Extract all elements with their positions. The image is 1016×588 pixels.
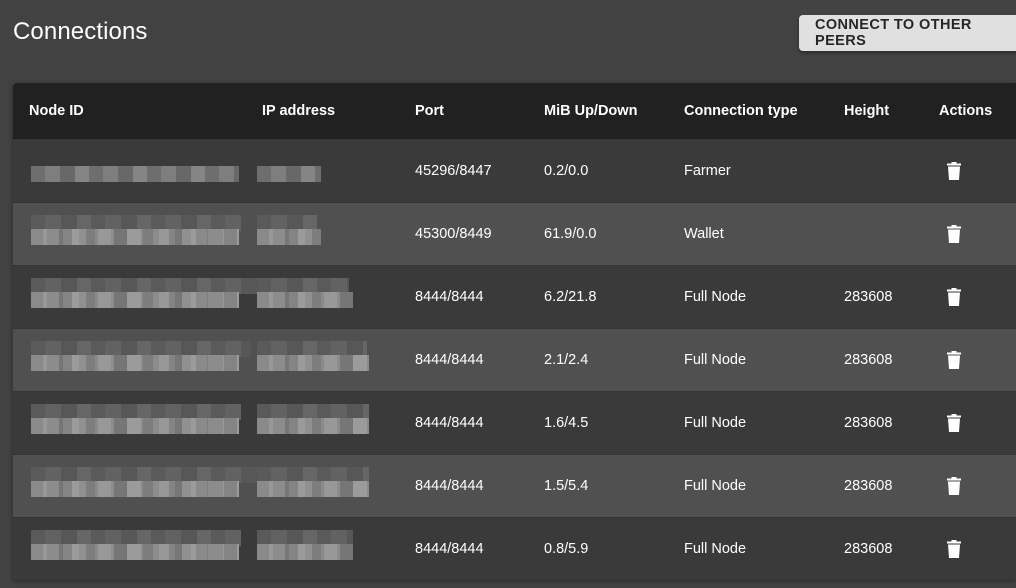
table-row: 8444/8444 1.6/4.5 Full Node 283608: [13, 391, 1016, 454]
height-cell: 283608: [844, 478, 893, 494]
connection-type-cell: Full Node: [684, 415, 747, 431]
port-cell: 8444/8444: [415, 289, 484, 305]
header-actions: Actions: [939, 103, 993, 119]
port-cell: 8444/8444: [415, 541, 484, 557]
connection-type-cell: Full Node: [684, 352, 747, 368]
table-header: Node ID IP address Port MiB Up/Down Conn…: [13, 83, 1016, 139]
table-row: 8444/8444 0.8/5.9 Full Node 283608: [13, 517, 1016, 580]
table-row: 8444/8444 6.2/21.8 Full Node 283608: [13, 265, 1016, 328]
mib-cell: 1.5/5.4: [544, 478, 589, 494]
trash-icon: [947, 477, 961, 495]
page-title: Connections: [13, 18, 148, 45]
mib-cell: 1.6/4.5: [544, 415, 589, 431]
header-connection-type[interactable]: Connection type: [684, 83, 798, 139]
ip-address-redacted: [257, 392, 372, 454]
height-cell: 283608: [844, 289, 893, 305]
redaction-pixels: [31, 481, 239, 497]
trash-icon: [947, 351, 961, 369]
delete-connection-button[interactable]: [939, 266, 969, 328]
redaction-pixels: [257, 229, 321, 245]
table-row: 8444/8444 2.1/2.4 Full Node 283608: [13, 328, 1016, 391]
table-row: 45296/8447 0.2/0.0 Farmer: [13, 139, 1016, 202]
redaction-pixels: [31, 292, 239, 308]
trash-icon: [947, 540, 961, 558]
redaction-pixels: [31, 229, 239, 245]
ip-address-redacted: [257, 329, 372, 391]
mib-cell: 61.9/0.0: [544, 226, 597, 242]
mib-cell: 2.1/2.4: [544, 352, 589, 368]
mib-cell: 0.2/0.0: [544, 163, 589, 179]
ip-address-redacted: [257, 266, 372, 328]
port-cell: 45296/8447: [415, 163, 492, 179]
redaction-pixels: [257, 355, 369, 371]
redaction-pixels: [31, 166, 239, 182]
redaction-pixels: [31, 544, 239, 560]
trash-icon: [947, 162, 961, 180]
trash-icon: [947, 414, 961, 432]
connection-type-cell: Wallet: [684, 226, 724, 242]
height-cell: 283608: [844, 541, 893, 557]
trash-icon: [947, 225, 961, 243]
delete-connection-button[interactable]: [939, 329, 969, 391]
height-cell: 283608: [844, 415, 893, 431]
redaction-pixels: [257, 418, 369, 434]
delete-connection-button[interactable]: [939, 140, 969, 202]
table-body: 45296/8447 0.2/0.0 Farmer 45300/8449 61.9/0.…: [13, 139, 1016, 580]
redaction-pixels: [31, 355, 239, 371]
header-ip-address[interactable]: IP address: [262, 83, 335, 139]
header-height[interactable]: Height: [844, 83, 889, 139]
ip-address-redacted: [257, 140, 372, 202]
header-node-id[interactable]: Node ID: [29, 83, 84, 139]
port-cell: 8444/8444: [415, 478, 484, 494]
trash-icon: [947, 288, 961, 306]
connections-table: Node ID IP address Port MiB Up/Down Conn…: [13, 83, 1016, 580]
ip-address-redacted: [257, 203, 372, 265]
header-port[interactable]: Port: [415, 83, 444, 139]
table-row: 8444/8444 1.5/5.4 Full Node 283608: [13, 454, 1016, 517]
redaction-pixels: [257, 292, 353, 308]
redaction-pixels: [257, 481, 369, 497]
redaction-pixels: [31, 418, 239, 434]
connection-type-cell: Farmer: [684, 163, 731, 179]
table-row: 45300/8449 61.9/0.0 Wallet: [13, 202, 1016, 265]
connection-type-cell: Full Node: [684, 541, 747, 557]
height-cell: 283608: [844, 352, 893, 368]
mib-cell: 6.2/21.8: [544, 289, 597, 305]
redaction-pixels: [257, 544, 353, 560]
delete-connection-button[interactable]: [939, 203, 969, 265]
header-mib-up-down[interactable]: MiB Up/Down: [544, 83, 637, 139]
connection-type-cell: Full Node: [684, 289, 747, 305]
connection-type-cell: Full Node: [684, 478, 747, 494]
port-cell: 45300/8449: [415, 226, 492, 242]
ip-address-redacted: [257, 455, 372, 517]
delete-connection-button[interactable]: [939, 455, 969, 517]
ip-address-redacted: [257, 518, 372, 580]
delete-connection-button[interactable]: [939, 392, 969, 454]
connect-to-other-peers-button[interactable]: CONNECT TO OTHER PEERS: [799, 15, 1016, 51]
port-cell: 8444/8444: [415, 352, 484, 368]
redaction-pixels: [257, 166, 321, 182]
delete-connection-button[interactable]: [939, 518, 969, 580]
connections-page: Connections CONNECT TO OTHER PEERS Node …: [0, 0, 1016, 588]
port-cell: 8444/8444: [415, 415, 484, 431]
mib-cell: 0.8/5.9: [544, 541, 589, 557]
